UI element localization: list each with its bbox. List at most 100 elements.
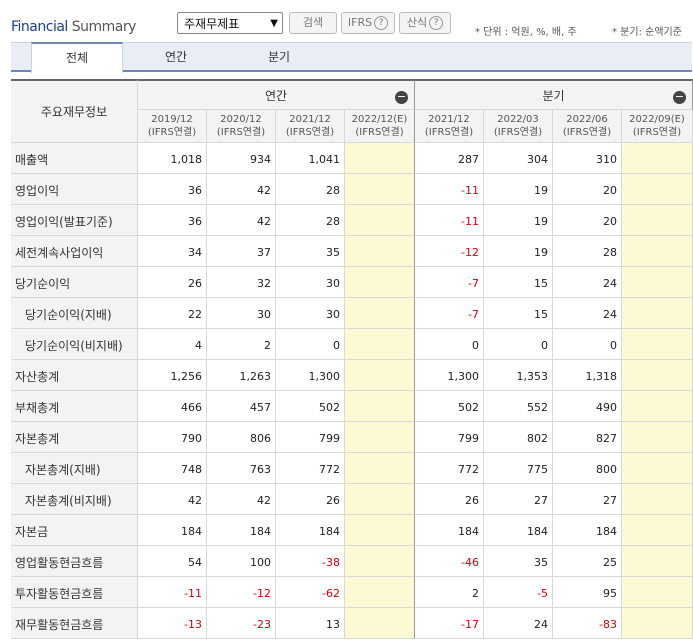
- cell-value: -62: [322, 587, 340, 600]
- cell-value: 25: [603, 556, 617, 569]
- cell-value: 24: [603, 277, 617, 290]
- tab-all[interactable]: 전체: [31, 42, 123, 73]
- table-cell: -11: [138, 577, 207, 608]
- cell-value: 35: [534, 556, 548, 569]
- table-cell: 184: [138, 515, 207, 546]
- table-cell: 457: [207, 391, 276, 422]
- table-cell: 35: [484, 546, 553, 577]
- search-button[interactable]: 검색: [289, 12, 337, 34]
- row-label-cell: 매출액: [11, 143, 138, 174]
- table-cell: -62: [276, 577, 345, 608]
- row-label: 당기순이익: [15, 277, 71, 291]
- cell-value: 1,353: [516, 370, 549, 383]
- cell-value: -23: [253, 618, 271, 631]
- row-label: 투자활동현금흐름: [15, 587, 104, 601]
- formula-help-button[interactable]: 산식?: [399, 12, 451, 34]
- table-cell: 13: [276, 608, 345, 639]
- cell-value: 95: [603, 587, 617, 600]
- cell-value: 37: [257, 246, 271, 259]
- table-cell: 466: [138, 391, 207, 422]
- ifrs-help-button[interactable]: IFRS?: [341, 12, 395, 34]
- column-basis: (IFRS연결): [562, 127, 612, 138]
- column-header: 2022/09(E) (IFRS연결): [622, 110, 693, 143]
- column-period: 2022/06: [566, 114, 608, 125]
- cell-value: -38: [322, 556, 340, 569]
- table-cell: -12: [415, 236, 484, 267]
- cell-value: 4: [195, 339, 202, 352]
- row-label-cell: 자본총계: [11, 422, 138, 453]
- collapse-icon[interactable]: −: [395, 91, 408, 104]
- cell-value: 827: [596, 432, 617, 445]
- table-cell: 24: [484, 608, 553, 639]
- table-cell: 28: [553, 236, 622, 267]
- cell-value: 27: [603, 494, 617, 507]
- column-basis: (IFRS연결): [285, 127, 335, 138]
- cell-value: 1,300: [447, 370, 480, 383]
- tab-quarter[interactable]: 분기: [239, 43, 319, 71]
- table-cell: 827: [553, 422, 622, 453]
- period-tabs: 전체 연간 분기: [11, 42, 692, 73]
- table-cell: 1,318: [553, 360, 622, 391]
- cell-value: 1,318: [585, 370, 618, 383]
- table-cell: 54: [138, 546, 207, 577]
- cell-value: -83: [599, 618, 617, 631]
- cell-value: -46: [461, 556, 479, 569]
- cell-value: 800: [596, 463, 617, 476]
- cell-value: 0: [333, 339, 340, 352]
- table-cell: [622, 453, 693, 484]
- column-basis: (IFRS연결): [493, 127, 543, 138]
- quarter-note: * 분기: 순액기준: [612, 27, 682, 38]
- table-cell: -13: [138, 608, 207, 639]
- column-header: 2022/03 (IFRS연결): [484, 110, 553, 143]
- cell-value: 748: [181, 463, 202, 476]
- cell-value: 490: [596, 401, 617, 414]
- table-cell: [345, 577, 415, 608]
- table-cell: [622, 360, 693, 391]
- table-cell: [345, 236, 415, 267]
- collapse-icon[interactable]: −: [673, 91, 686, 104]
- column-period: 2020/12: [220, 114, 262, 125]
- row-label: 자본총계: [15, 432, 60, 446]
- row-label-cell: 자본총계(비지배): [11, 484, 138, 515]
- cell-value: 19: [534, 184, 548, 197]
- cell-value: 310: [596, 153, 617, 166]
- cell-value: 304: [527, 153, 548, 166]
- table-cell: 27: [484, 484, 553, 515]
- table-cell: 0: [415, 329, 484, 360]
- cell-value: 24: [534, 618, 548, 631]
- table-cell: 806: [207, 422, 276, 453]
- table-cell: 184: [484, 515, 553, 546]
- row-label: 영업이익(발표기준): [15, 215, 113, 229]
- chevron-down-icon: ▼: [270, 18, 278, 29]
- table-cell: 799: [415, 422, 484, 453]
- table-cell: 26: [276, 484, 345, 515]
- statement-select[interactable]: 주재무제표 ▼: [177, 12, 283, 34]
- cell-value: 34: [188, 246, 202, 259]
- table-cell: [622, 329, 693, 360]
- row-label: 영업활동현금흐름: [15, 556, 104, 570]
- table-cell: 799: [276, 422, 345, 453]
- table-cell: 37: [207, 236, 276, 267]
- table-cell: 22: [138, 298, 207, 329]
- table-cell: 30: [276, 267, 345, 298]
- table-cell: [345, 329, 415, 360]
- table-cell: 32: [207, 267, 276, 298]
- table-cell: 24: [553, 267, 622, 298]
- cell-value: 772: [458, 463, 479, 476]
- table-cell: 24: [553, 298, 622, 329]
- table-cell: 304: [484, 143, 553, 174]
- column-period: 2019/12: [151, 114, 193, 125]
- cell-value: 184: [596, 525, 617, 538]
- column-header: 2020/12 (IFRS연결): [207, 110, 276, 143]
- cell-value: -11: [461, 184, 479, 197]
- table-cell: [622, 577, 693, 608]
- cell-value: 2: [472, 587, 479, 600]
- table-cell: 30: [276, 298, 345, 329]
- table-cell: [622, 267, 693, 298]
- table-cell: 934: [207, 143, 276, 174]
- column-period: 2021/12: [428, 114, 470, 125]
- cell-value: 1,263: [239, 370, 272, 383]
- cell-value: 466: [181, 401, 202, 414]
- table-cell: [345, 546, 415, 577]
- tab-annual[interactable]: 연간: [136, 43, 216, 71]
